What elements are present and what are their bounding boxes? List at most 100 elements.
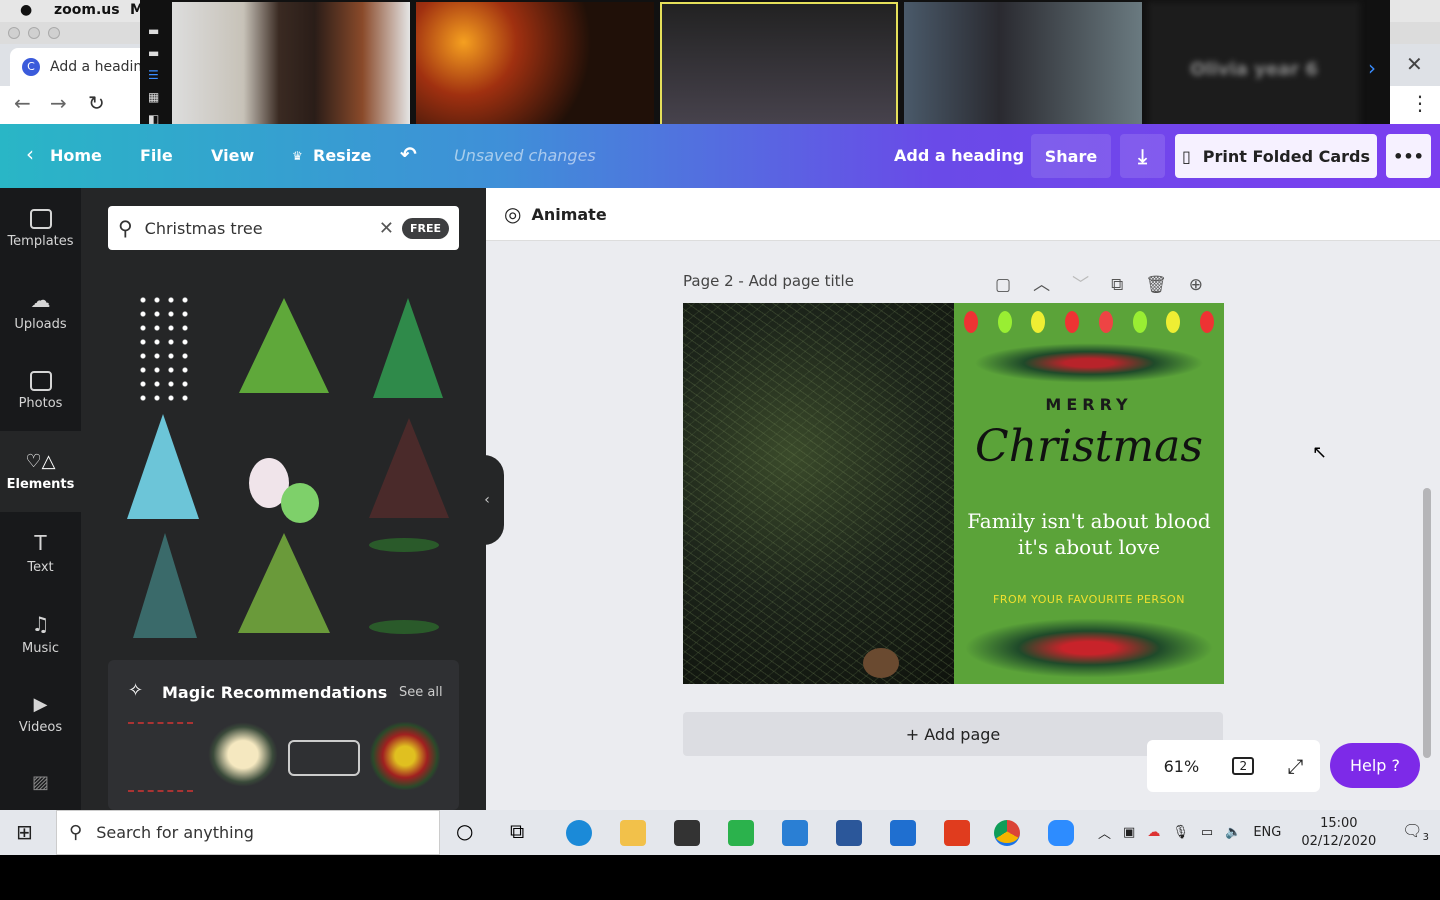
from-text[interactable]: FROM YOUR FAVOURITE PERSON — [954, 593, 1224, 606]
video-tile[interactable] — [904, 2, 1142, 136]
video-tile[interactable] — [416, 2, 654, 136]
mail-icon[interactable] — [890, 820, 916, 846]
snow-element[interactable] — [136, 293, 196, 403]
office-icon[interactable] — [944, 820, 970, 846]
sidebar-item-photos[interactable]: Photos — [0, 350, 81, 431]
app-menu[interactable]: zoom.us — [54, 2, 120, 18]
sidebar-item-text[interactable]: T Text — [0, 512, 81, 593]
resize-button[interactable]: Resize — [313, 146, 371, 165]
christmas-tree-element[interactable] — [127, 414, 199, 519]
sidebar-item-music[interactable]: ♫ Music — [0, 593, 81, 674]
language-indicator[interactable]: ENG — [1253, 825, 1281, 840]
sidebar-item-elements[interactable]: ♡△ Elements — [0, 431, 81, 512]
see-all-link[interactable]: See all — [399, 685, 443, 700]
pine-tree-photo[interactable] — [683, 303, 954, 684]
help-button[interactable]: Help ? — [1330, 743, 1420, 788]
christmas-tree-element[interactable] — [239, 298, 329, 393]
windows-start-icon[interactable]: ⊞ — [16, 820, 33, 844]
fullscreen-icon[interactable]: ⤢ — [1287, 754, 1303, 778]
home-button[interactable]: Home — [50, 146, 102, 165]
ornament-element[interactable] — [281, 483, 319, 523]
christmas-tree-outline-element[interactable] — [369, 418, 449, 518]
zoom-layout-controls[interactable]: ▬ ▬ ☰ ▦ ◧ — [148, 20, 164, 130]
task-view-icon[interactable]: ⧉ — [510, 819, 524, 843]
more-options-button[interactable]: ••• — [1386, 134, 1431, 178]
duplicate-icon[interactable]: ⧉ — [1111, 275, 1145, 295]
page-title[interactable]: Page 2 - Add page title — [683, 272, 854, 290]
page-actions[interactable]: ▢︿﹀⧉🗑⊕ — [995, 270, 1225, 295]
design-page[interactable]: MERRY Christmas Family isn't about blood… — [683, 303, 1224, 684]
page-count-button[interactable]: 2 — [1232, 757, 1255, 775]
sidebar-item-more[interactable]: ▨ — [0, 755, 81, 810]
holly-element[interactable] — [369, 538, 439, 552]
edge-icon[interactable] — [566, 820, 592, 846]
forward-icon[interactable]: → — [50, 91, 67, 115]
file-explorer-icon[interactable] — [620, 820, 646, 846]
cortana-icon[interactable]: ○ — [456, 819, 473, 843]
show-hidden-icon[interactable]: ︿ — [1098, 823, 1111, 842]
back-icon[interactable]: ← — [14, 91, 31, 115]
chrome-icon[interactable] — [994, 820, 1020, 846]
battery-icon[interactable]: ▭ — [1201, 825, 1213, 840]
christmas-tree-element[interactable] — [238, 533, 330, 633]
print-folded-cards-button[interactable]: ▯ Print Folded Cards — [1175, 134, 1377, 178]
animate-button[interactable]: Animate — [531, 205, 606, 224]
close-icon[interactable]: ✕ — [1406, 52, 1423, 76]
search-input[interactable]: ⚲ Christmas tree ✕ FREE — [108, 206, 459, 250]
maximize-window-button[interactable] — [48, 27, 60, 39]
sidebar-item-uploads[interactable]: ☁ Uploads — [0, 269, 81, 350]
add-page-button[interactable]: + Add page — [683, 712, 1223, 756]
volume-icon[interactable]: 🔈 — [1225, 825, 1241, 840]
christmas-text[interactable]: Christmas — [954, 421, 1224, 472]
recommendation-item[interactable] — [128, 722, 193, 792]
move-down-icon[interactable]: ﹀ — [1072, 275, 1111, 295]
reload-icon[interactable]: ↻ — [88, 91, 105, 115]
merry-text[interactable]: MERRY — [954, 395, 1224, 414]
view-menu[interactable]: View — [211, 146, 254, 165]
browser-menu-icon[interactable]: ⋮ — [1410, 91, 1430, 115]
design-title[interactable]: Add a heading — [894, 146, 1024, 165]
download-icon[interactable]: ⤓ — [1120, 134, 1165, 178]
sidebar-item-videos[interactable]: ▶ Videos — [0, 674, 81, 755]
taskbar-search[interactable]: ⚲ Search for anything — [56, 810, 440, 855]
l-app-icon[interactable] — [782, 820, 808, 846]
video-tile-name[interactable]: Olivia year 6 — [1148, 2, 1360, 136]
minimize-window-button[interactable] — [28, 27, 40, 39]
microphone-icon[interactable]: 🎙 — [1172, 825, 1189, 840]
recommendation-item[interactable] — [288, 740, 360, 776]
video-tile[interactable] — [172, 2, 410, 136]
sidebar-item-templates[interactable]: Templates — [0, 188, 81, 269]
recommendation-item[interactable] — [370, 722, 440, 790]
card-front[interactable]: MERRY Christmas Family isn't about blood… — [954, 303, 1224, 684]
holly-element[interactable] — [369, 620, 439, 634]
add-page-icon[interactable]: ⊕ — [1189, 275, 1225, 295]
share-button[interactable]: Share — [1031, 134, 1111, 178]
clear-icon[interactable]: ✕ — [379, 218, 394, 239]
zoom-level[interactable]: 61% — [1164, 757, 1200, 776]
recommendation-item[interactable] — [208, 722, 278, 787]
christmas-tree-element[interactable] — [373, 298, 443, 398]
undo-icon[interactable]: ↶ — [400, 142, 417, 166]
close-window-button[interactable] — [8, 27, 20, 39]
word-icon[interactable] — [836, 820, 862, 846]
file-menu[interactable]: File — [140, 146, 173, 165]
christmas-tree-element[interactable] — [133, 533, 197, 638]
free-filter-badge[interactable]: FREE — [401, 217, 449, 239]
collapse-panel-button[interactable]: ‹ — [470, 455, 504, 545]
zoom-app-icon[interactable] — [1048, 820, 1074, 846]
video-tile-active-speaker[interactable] — [660, 2, 898, 136]
quote-text[interactable]: Family isn't about blood it's about love — [954, 508, 1224, 560]
whatsapp-icon[interactable] — [728, 820, 754, 846]
delete-icon[interactable]: 🗑 — [1145, 275, 1189, 295]
next-page-icon[interactable]: › — [1368, 56, 1376, 80]
apple-icon[interactable]: ● — [20, 2, 32, 18]
notes-icon[interactable]: ▢ — [995, 275, 1033, 295]
move-up-icon[interactable]: ︿ — [1033, 275, 1072, 295]
camera-icon[interactable]: ▣ — [1123, 825, 1135, 840]
onedrive-error-icon[interactable]: ☁ — [1147, 825, 1160, 840]
chevron-left-icon[interactable]: ‹ — [26, 142, 34, 166]
vertical-scrollbar[interactable] — [1423, 488, 1431, 758]
store-icon[interactable] — [674, 820, 700, 846]
notifications-icon[interactable]: 🗨3 — [1402, 821, 1429, 843]
clock[interactable]: 15:00 02/12/2020 — [1301, 815, 1376, 851]
